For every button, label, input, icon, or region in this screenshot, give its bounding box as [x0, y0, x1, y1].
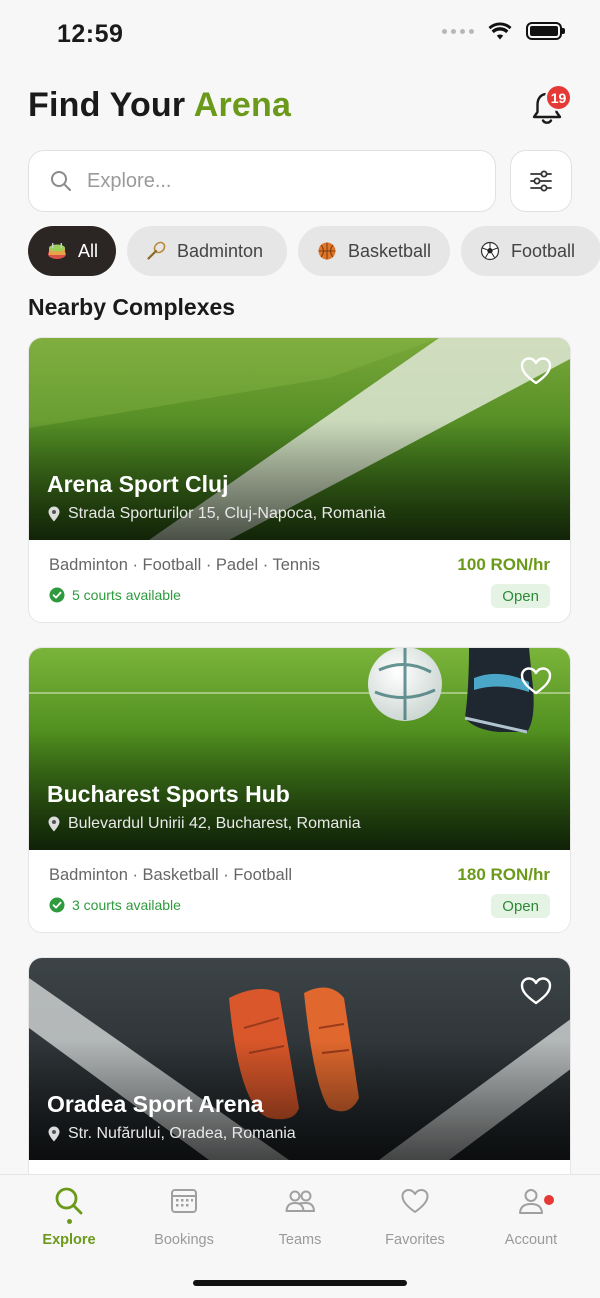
nav-label: Bookings: [154, 1232, 214, 1248]
stadium-icon: [46, 240, 68, 262]
courts-available: 5 courts available: [49, 587, 181, 603]
nav-label: Favorites: [385, 1232, 445, 1248]
complex-image: Oradea Sport Arena Str. Nufărului, Orade…: [29, 958, 570, 1160]
heart-icon: [401, 1189, 429, 1213]
complex-sports: Badminton · Basketball · Football: [49, 866, 293, 884]
chip-all[interactable]: All: [28, 226, 116, 276]
nav-label: Account: [504, 1232, 558, 1248]
complex-address: Bulevardul Unirii 42, Bucharest, Romania: [47, 815, 361, 833]
battery-icon: [526, 22, 565, 40]
favorite-heart-icon[interactable]: [520, 356, 552, 386]
filter-button[interactable]: [510, 150, 572, 212]
status-badge: Open: [491, 584, 550, 608]
complex-price: 180 RON/hr: [457, 865, 550, 884]
sliders-icon: [530, 170, 552, 192]
basketball-icon: [316, 240, 338, 262]
nav-teams[interactable]: Teams: [242, 1185, 358, 1248]
nav-label: Teams: [278, 1232, 322, 1248]
search-icon: [55, 1187, 83, 1215]
user-icon: [519, 1189, 543, 1214]
search-bar: [28, 150, 496, 212]
status-bar: 12:59: [0, 0, 600, 66]
signal-icon: [442, 28, 474, 34]
status-icons: [442, 22, 565, 40]
complex-name: Oradea Sport Arena: [47, 1091, 264, 1117]
page-title: Find Your Arena: [28, 86, 291, 125]
badminton-racket-icon: [145, 240, 167, 262]
complex-price: 100 RON/hr: [457, 555, 550, 574]
nav-account[interactable]: Account: [473, 1185, 589, 1248]
calendar-icon: [171, 1189, 197, 1213]
complex-image: Bucharest Sports Hub Bulevardul Unirii 4…: [29, 648, 570, 850]
favorite-heart-icon[interactable]: [520, 976, 552, 1006]
section-title: Nearby Complexes: [28, 294, 236, 320]
check-circle-icon: [49, 897, 65, 913]
chip-label: All: [77, 240, 98, 261]
chip-basketball[interactable]: Basketball: [298, 226, 450, 276]
football-icon: [479, 240, 501, 262]
status-badge: Open: [491, 894, 550, 918]
check-circle-icon: [49, 587, 65, 603]
complex-image: Arena Sport Cluj Strada Sporturilor 15, …: [29, 338, 570, 540]
nav-bookings[interactable]: Bookings: [126, 1185, 242, 1248]
complex-card[interactable]: Arena Sport Cluj Strada Sporturilor 15, …: [28, 337, 571, 623]
complex-address-text: Bulevardul Unirii 42, Bucharest, Romania: [68, 815, 361, 832]
page-title-text: Find Your: [28, 86, 194, 124]
home-indicator: [193, 1280, 407, 1286]
active-indicator-dot: [66, 1219, 72, 1224]
favorite-heart-icon[interactable]: [520, 666, 552, 696]
complex-address: Str. Nufărului, Oradea, Romania: [47, 1125, 296, 1143]
people-icon: [285, 1190, 315, 1212]
category-chips: All Badminton Basketball Football: [28, 226, 600, 276]
complex-address-text: Str. Nufărului, Oradea, Romania: [68, 1125, 296, 1142]
location-pin-icon: [48, 506, 60, 522]
search-icon: [51, 171, 71, 191]
courts-available-text: 3 courts available: [72, 897, 181, 913]
complex-card[interactable]: Bucharest Sports Hub Bulevardul Unirii 4…: [28, 647, 571, 933]
nav-favorites[interactable]: Favorites: [357, 1185, 473, 1248]
chip-badminton[interactable]: Badminton: [127, 226, 287, 276]
chip-label: Basketball: [348, 240, 432, 261]
complex-name: Arena Sport Cluj: [47, 471, 229, 497]
chip-label: Football: [511, 240, 576, 261]
location-pin-icon: [48, 1126, 60, 1142]
complex-name: Bucharest Sports Hub: [47, 781, 290, 807]
notification-badge: 19: [545, 84, 572, 111]
page-title-accent: Arena: [193, 86, 292, 124]
location-pin-icon: [48, 816, 60, 832]
search-input[interactable]: [87, 169, 467, 193]
complex-address: Strada Sporturilor 15, Cluj-Napoca, Roma…: [47, 505, 385, 523]
nav-explore[interactable]: Explore: [11, 1185, 127, 1248]
nav-label: Explore: [42, 1232, 96, 1248]
courts-available: 3 courts available: [49, 897, 181, 913]
chip-football[interactable]: Football: [461, 226, 600, 276]
wifi-icon: [488, 22, 512, 40]
status-time: 12:59: [57, 20, 124, 48]
complex-sports: Badminton · Football · Padel · Tennis: [49, 556, 321, 574]
account-notification-dot: [544, 1195, 554, 1205]
courts-available-text: 5 courts available: [72, 587, 181, 603]
chip-label: Badminton: [177, 240, 264, 261]
complex-address-text: Strada Sporturilor 15, Cluj-Napoca, Roma…: [68, 505, 386, 522]
